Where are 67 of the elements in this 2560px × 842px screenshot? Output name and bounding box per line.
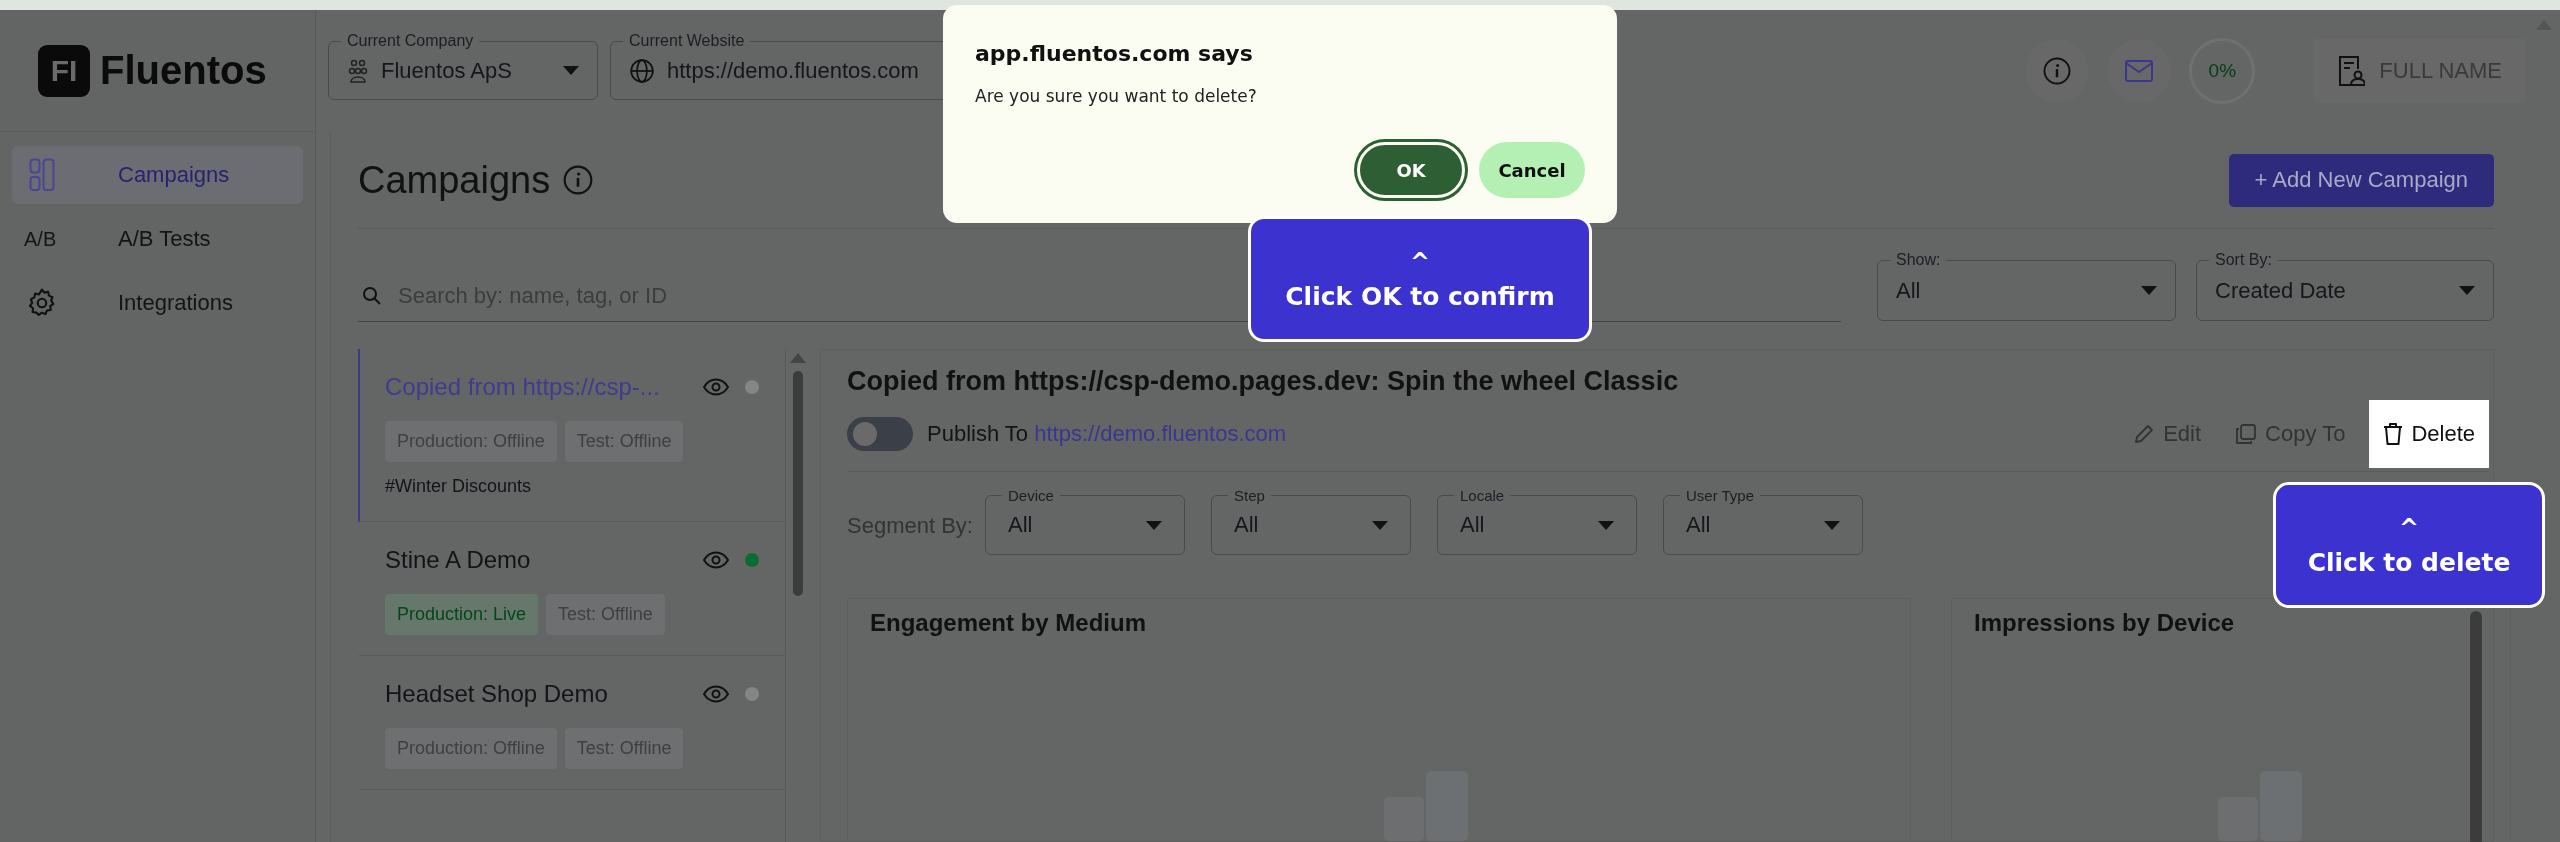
segment-select[interactable]: Device All xyxy=(984,487,1185,555)
sidebar-item[interactable]: A/B A/B Tests xyxy=(12,210,303,268)
field-label: Current Company xyxy=(346,32,475,50)
campaign-name: Headset Shop Demo xyxy=(385,680,609,708)
hint-text: Click to delete xyxy=(2307,547,2511,577)
page-title: Campaigns xyxy=(358,158,551,202)
pencil-icon xyxy=(2133,423,2156,445)
company-select[interactable]: Current Company Fluentos ApS xyxy=(328,32,598,100)
sort-select[interactable]: Sort By: Created Date xyxy=(2196,251,2494,321)
cancel-button[interactable]: Cancel xyxy=(1479,142,1585,198)
field-label: User Type xyxy=(1684,487,1756,504)
profile-icon xyxy=(2337,55,2366,87)
campaign-name: Stine A Demo xyxy=(385,546,532,574)
sort-value: Created Date xyxy=(2215,277,2346,304)
sidebar-item[interactable]: Integrations xyxy=(12,274,303,332)
mail-icon xyxy=(2124,58,2155,84)
info-icon xyxy=(2042,56,2073,86)
search-icon xyxy=(362,285,382,306)
hint-text: Click OK to confirm xyxy=(1285,281,1555,311)
caret-icon xyxy=(1371,520,1388,530)
logo-mark: FI xyxy=(38,44,90,97)
field-label: Sort By: xyxy=(2214,251,2273,269)
scroll-up-icon[interactable] xyxy=(790,353,806,363)
show-value: All xyxy=(1896,277,1921,304)
publish-toggle[interactable] xyxy=(847,417,913,451)
action-button[interactable]: Delete xyxy=(2369,400,2489,468)
caret-text: ^ xyxy=(2398,513,2420,542)
caret-text: ^ xyxy=(1409,247,1431,276)
segment-value: All xyxy=(1233,512,1259,538)
caret-icon xyxy=(1145,520,1162,530)
segment-value: All xyxy=(1685,512,1711,538)
caret-icon xyxy=(2459,286,2475,295)
scrollbar-thumb[interactable] xyxy=(793,371,803,596)
sidebar-item[interactable]: Campaigns xyxy=(12,146,303,204)
status-badge: Production: Live xyxy=(385,594,539,635)
segment-value: All xyxy=(1459,512,1485,538)
caret-icon xyxy=(563,66,579,75)
field-label: Step xyxy=(1232,487,1266,504)
logo-text: Fluentos xyxy=(100,48,267,93)
info-icon[interactable] xyxy=(562,164,595,196)
chart-title: Engagement by Medium xyxy=(870,609,1148,637)
field-label: Current Website xyxy=(628,32,746,50)
caret-icon xyxy=(2141,286,2157,295)
ok-button[interactable]: OK xyxy=(1357,142,1465,198)
website-value: https://demo.fluentos.com xyxy=(667,57,919,84)
globe-icon xyxy=(629,57,655,84)
eye-icon[interactable] xyxy=(703,685,729,703)
eye-icon[interactable] xyxy=(703,378,729,396)
caret-icon xyxy=(1597,520,1614,530)
show-select[interactable]: Show: All xyxy=(1877,251,2176,321)
scrollbar-thumb[interactable] xyxy=(2470,611,2482,842)
trash-icon xyxy=(2383,422,2404,446)
field-label: Locale xyxy=(1458,487,1506,504)
company-value: Fluentos ApS xyxy=(381,57,512,84)
segment-value: All xyxy=(1007,512,1033,538)
chart-title: Impressions by Device xyxy=(1974,609,2236,637)
progress-indicator: 0% xyxy=(2189,38,2256,104)
segment-select[interactable]: Locale All xyxy=(1436,487,1637,555)
field-label: Device xyxy=(1006,487,1055,504)
caret-icon xyxy=(1823,520,1840,530)
copy-icon xyxy=(2235,423,2258,445)
ab-icon: A/B xyxy=(24,227,60,251)
campaign-title: Copied from https://csp-demo.pages.dev: Spin the wheel Classic xyxy=(847,366,1680,397)
eye-icon[interactable] xyxy=(703,551,729,569)
field-label: Show: xyxy=(1895,251,1942,269)
campaign-tag: #Winter Discounts xyxy=(385,476,759,497)
add-campaign-button[interactable]: + Add New Campaign xyxy=(2228,153,2494,207)
